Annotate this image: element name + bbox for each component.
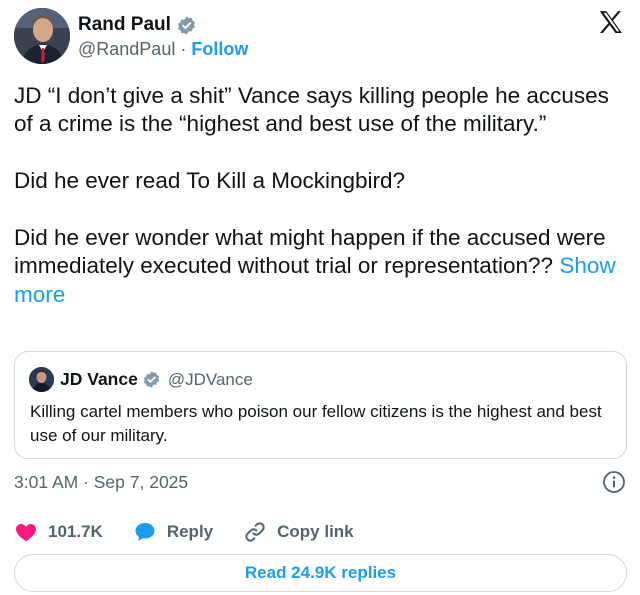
copy-link-label: Copy link xyxy=(277,522,354,541)
reply-button[interactable]: Reply xyxy=(133,520,213,544)
quoted-author-row: JD Vance @JDVance xyxy=(60,369,253,390)
tweet-paragraph-text: Did he ever wonder what might happen if … xyxy=(14,225,606,279)
author-handle[interactable]: @RandPaul xyxy=(78,39,175,60)
tweet-paragraph: JD “I don’t give a shit” Vance says kill… xyxy=(14,83,609,137)
tweet-paragraph-last: Did he ever wonder what might happen if … xyxy=(14,224,626,309)
quoted-tweet[interactable]: JD Vance @JDVance Killing cartel members… xyxy=(14,351,627,459)
like-button[interactable]: 101.7K xyxy=(14,520,103,544)
read-replies-button[interactable]: Read 24.9K replies xyxy=(14,554,627,592)
tweet-body: JD “I don’t give a shit” Vance says kill… xyxy=(14,82,626,309)
separator-dot: · xyxy=(180,39,187,59)
author-avatar[interactable] xyxy=(14,8,70,64)
verified-badge-icon xyxy=(143,371,159,388)
tweet-header: Rand Paul @RandPaul · Follow xyxy=(14,8,626,68)
tweet-paragraph: Did he ever read To Kill a Mockingbird? xyxy=(14,168,406,194)
quoted-author-avatar[interactable] xyxy=(29,367,54,392)
quoted-author-handle: @JDVance xyxy=(167,369,253,389)
reply-label: Reply xyxy=(166,522,214,541)
reply-bubble-icon xyxy=(135,523,155,541)
like-count: 101.7K xyxy=(48,522,103,541)
verified-badge-icon xyxy=(178,15,195,35)
copy-link-button[interactable]: Copy link xyxy=(243,520,354,544)
link-icon xyxy=(245,522,265,542)
follow-button[interactable]: Follow xyxy=(191,39,248,60)
action-bar: 101.7K Reply Copy link xyxy=(14,519,384,545)
heart-icon xyxy=(16,524,36,542)
author-name-row: Rand Paul xyxy=(78,14,197,36)
author-name[interactable]: Rand Paul xyxy=(78,14,171,36)
tweet-timestamp[interactable]: 3:01 AM · Sep 7, 2025 xyxy=(14,472,188,493)
info-icon[interactable] xyxy=(602,470,626,494)
x-logo-icon[interactable] xyxy=(596,8,626,38)
quoted-tweet-text: Killing cartel members who poison our fe… xyxy=(30,402,602,445)
quoted-author-name: JD Vance xyxy=(60,369,138,389)
author-handle-row: @RandPaul · Follow xyxy=(78,39,248,60)
